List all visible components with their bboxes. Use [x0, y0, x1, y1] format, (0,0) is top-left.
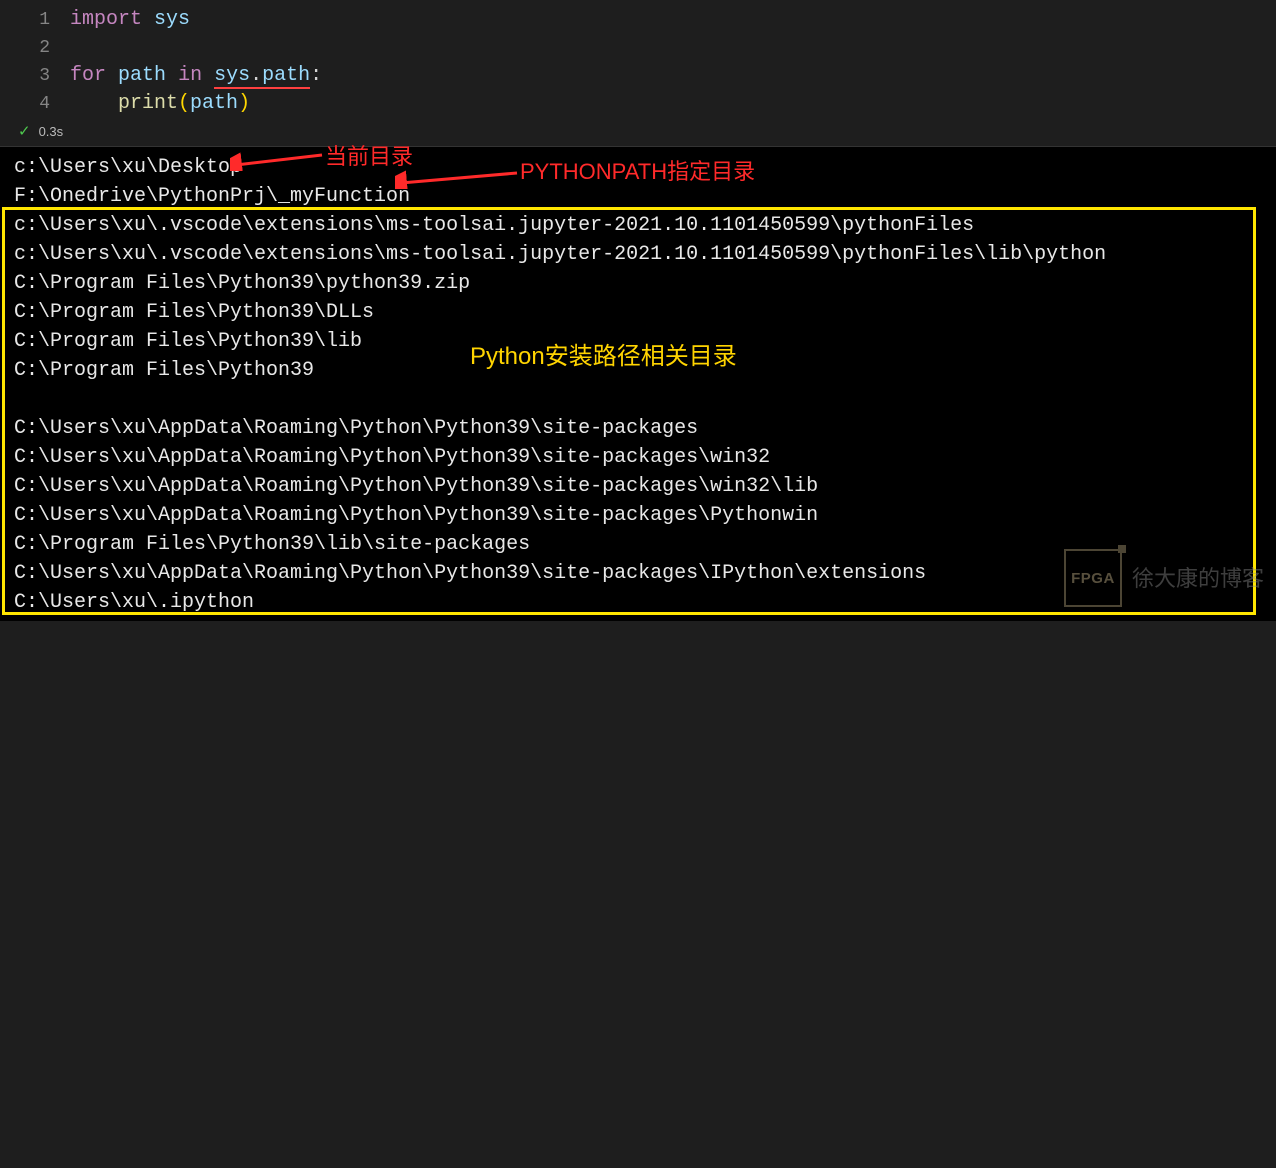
output-line: c:\Users\xu\Desktop — [14, 153, 1262, 182]
line-number: 1 — [0, 6, 70, 34]
output-line: C:\Program Files\Python39\python39.zip — [14, 269, 1262, 298]
code-line[interactable]: 2 — [0, 34, 1276, 62]
code-line[interactable]: 1import sys — [0, 6, 1276, 34]
code-editor[interactable]: 1import sys23for path in sys.path:4 prin… — [0, 0, 1276, 118]
code-content[interactable]: import sys — [70, 6, 190, 34]
cell-status: ✓ 0.3s — [0, 118, 1276, 146]
line-number: 4 — [0, 90, 70, 118]
output-line: C:\Program Files\Python39\lib — [14, 327, 1262, 356]
execution-time: 0.3s — [39, 124, 64, 139]
code-content[interactable]: print(path) — [70, 90, 250, 118]
success-check-icon: ✓ — [18, 122, 31, 140]
output-line: C:\Users\xu\AppData\Roaming\Python\Pytho… — [14, 559, 1262, 588]
output-line: F:\Onedrive\PythonPrj\_myFunction — [14, 182, 1262, 211]
code-line[interactable]: 4 print(path) — [0, 90, 1276, 118]
output-line: c:\Users\xu\.vscode\extensions\ms-toolsa… — [14, 240, 1262, 269]
output-line: C:\Users\xu\.ipython — [14, 588, 1262, 617]
output-line: C:\Users\xu\AppData\Roaming\Python\Pytho… — [14, 443, 1262, 472]
output-line: c:\Users\xu\.vscode\extensions\ms-toolsa… — [14, 211, 1262, 240]
line-number: 3 — [0, 62, 70, 90]
output-line: C:\Users\xu\AppData\Roaming\Python\Pytho… — [14, 414, 1262, 443]
output-line: C:\Program Files\Python39\DLLs — [14, 298, 1262, 327]
output-line: C:\Program Files\Python39 — [14, 356, 1262, 385]
output-line: C:\Users\xu\AppData\Roaming\Python\Pytho… — [14, 501, 1262, 530]
output-panel[interactable]: c:\Users\xu\DesktopF:\Onedrive\PythonPrj… — [0, 146, 1276, 621]
output-line: C:\Program Files\Python39\lib\site-packa… — [14, 530, 1262, 559]
output-line: C:\Users\xu\AppData\Roaming\Python\Pytho… — [14, 472, 1262, 501]
code-line[interactable]: 3for path in sys.path: — [0, 62, 1276, 90]
output-line — [14, 385, 1262, 414]
code-content[interactable]: for path in sys.path: — [70, 62, 322, 90]
line-number: 2 — [0, 34, 70, 62]
